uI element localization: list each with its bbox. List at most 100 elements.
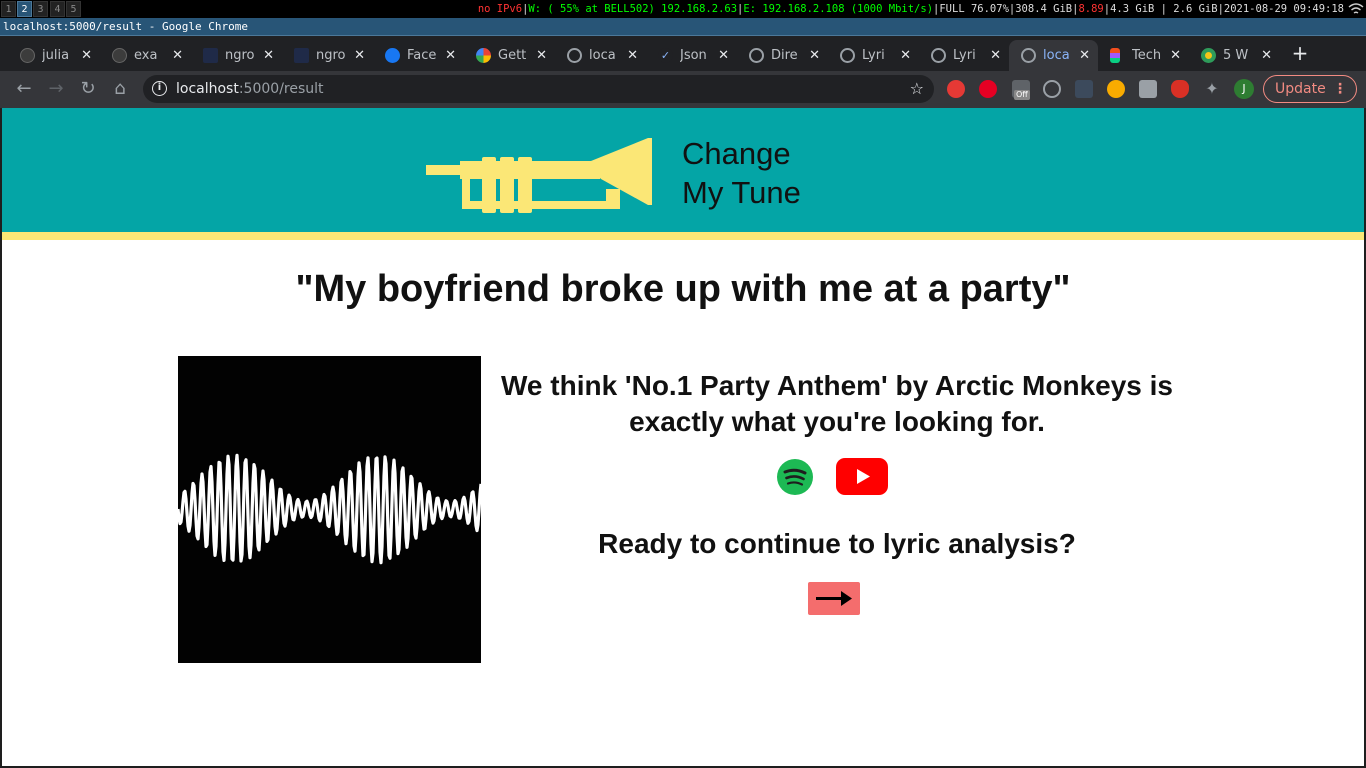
close-tab-icon[interactable]: ✕ [900,40,911,71]
extension-badge: Off [1014,90,1030,100]
spotify-icon[interactable] [777,459,813,495]
arrow-right-icon [816,591,852,606]
youtube-icon[interactable] [836,458,888,495]
bookmark-star-icon[interactable]: ☆ [910,75,924,103]
profile-avatar[interactable]: J [1234,79,1254,99]
brand-line-2: My Tune [682,175,801,210]
tab-ngrok-1[interactable]: ngro ✕ [191,40,282,71]
globe-icon [840,48,855,63]
tab-lyrics-2[interactable]: Lyri ✕ [919,40,1009,71]
status-memory: 4.3 GiB | 2.6 GiB [1110,3,1218,15]
workspace-2[interactable]: 2 [17,1,32,17]
tab-figma[interactable]: Tech ✕ [1098,40,1189,71]
web-page: Change My Tune "My boyfriend broke up wi… [2,108,1364,766]
tab-google-cloud[interactable]: Gett ✕ [464,40,555,71]
continue-arrow-button[interactable] [808,582,860,615]
flower-icon [1201,48,1216,63]
brand-line-1: Change [682,136,791,171]
tab-localhost-1[interactable]: loca ✕ [555,40,646,71]
globe-icon [1021,48,1036,63]
workspace-5[interactable]: 5 [66,1,81,17]
menu-dots-icon: ⋮ [1333,81,1347,97]
status-load: 8.89 [1078,3,1104,15]
close-tab-icon[interactable]: ✕ [718,40,729,71]
soundwave-artwork [176,453,483,565]
tab-json[interactable]: ✓ Json ✕ [646,40,737,71]
tab-title: loca [1043,48,1070,63]
figma-icon [1110,48,1120,63]
window-title: localhost:5000/result - Google Chrome [0,18,1366,36]
home-button[interactable]: ⌂ [108,77,132,101]
tab-title: julia [42,48,70,63]
status-disk: 308.4 GiB [1015,3,1073,15]
close-tab-icon[interactable]: ✕ [990,40,1001,71]
close-tab-icon[interactable]: ✕ [81,40,92,71]
status-datetime: 2021-08-29 09:49:18 [1223,3,1344,15]
tab-manager-extension-icon[interactable] [1139,80,1157,98]
tab-facebook[interactable]: Face ✕ [373,40,464,71]
close-tab-icon[interactable]: ✕ [263,40,274,71]
tab-title: Gett [498,48,527,63]
close-tab-icon[interactable]: ✕ [1170,40,1181,71]
tab-lyrics-1[interactable]: Lyri ✕ [828,40,919,71]
address-bar[interactable]: i localhost:5000/result ☆ [143,75,934,103]
tab-julia[interactable]: julia ✕ [8,40,100,71]
close-tab-icon[interactable]: ✕ [536,40,547,71]
close-tab-icon[interactable]: ✕ [1261,40,1272,71]
github-icon [20,48,35,63]
forward-button[interactable]: → [44,77,68,101]
tab-localhost-active[interactable]: loca ✕ [1009,40,1098,71]
tab-title: Json [680,48,707,63]
back-button[interactable]: ← [12,77,36,101]
close-tab-icon[interactable]: ✕ [354,40,365,71]
update-button[interactable]: Update ⋮ [1263,75,1357,103]
workspace-4[interactable]: 4 [50,1,65,17]
update-label: Update [1275,81,1326,97]
workspace-1[interactable]: 1 [1,1,16,17]
reload-button[interactable]: ↻ [76,77,100,101]
equalizer-extension-icon[interactable] [1075,80,1093,98]
ngrok-icon [203,48,218,63]
url-text[interactable]: localhost:5000/result [176,75,324,103]
close-tab-icon[interactable]: ✕ [627,40,638,71]
adblock-extension-icon[interactable] [947,80,965,98]
close-tab-icon[interactable]: ✕ [1079,40,1090,71]
history-extension-icon[interactable] [1043,80,1061,98]
site-info-icon[interactable]: i [152,81,167,96]
ngrok-icon [294,48,309,63]
facebook-icon [385,48,400,63]
close-tab-icon[interactable]: ✕ [172,40,183,71]
tab-example[interactable]: exa ✕ [100,40,191,71]
close-tab-icon[interactable]: ✕ [445,40,456,71]
url-path: :5000/result [238,81,324,97]
tab-title: loca [589,48,616,63]
workspace-3[interactable]: 3 [33,1,48,17]
new-tab-button[interactable]: + [1289,40,1311,66]
system-status-bar: 1 2 3 4 5 no IPv6|W: ( 55% at BELL502) 1… [0,0,1366,18]
wifi-tray-icon[interactable] [1348,2,1364,16]
tab-title: exa [134,48,158,63]
lens-extension-icon[interactable] [1107,80,1125,98]
globe-icon [749,48,764,63]
json-icon: ✓ [658,48,673,63]
close-tab-icon[interactable]: ✕ [809,40,820,71]
tab-directions[interactable]: Dire ✕ [737,40,828,71]
continue-prompt: Ready to continue to lyric analysis? [598,528,1076,559]
tab-5w[interactable]: 5 W ✕ [1189,40,1280,71]
globe-icon [567,48,582,63]
site-title: Change My Tune [682,134,801,212]
trumpet-logo-icon [426,138,652,213]
status-line: no IPv6|W: ( 55% at BELL502) 192.168.2.6… [477,3,1344,15]
site-header: Change My Tune [2,108,1364,240]
tab-title: 5 W [1223,48,1249,63]
google-cloud-icon [476,48,491,63]
user-quote-heading: "My boyfriend broke up with me at a part… [295,268,1071,310]
pinterest-extension-icon[interactable] [979,80,997,98]
tab-title: ngro [316,48,346,63]
puzzle-extensions-icon[interactable]: ✦ [1203,80,1221,98]
github-icon [112,48,127,63]
browser-toolbar: ← → ↻ ⌂ i localhost:5000/result ☆ Off ✦ … [0,71,1366,108]
shield-extension-icon[interactable] [1171,80,1189,98]
tab-title: Lyri [953,48,976,63]
tab-ngrok-2[interactable]: ngro ✕ [282,40,373,71]
